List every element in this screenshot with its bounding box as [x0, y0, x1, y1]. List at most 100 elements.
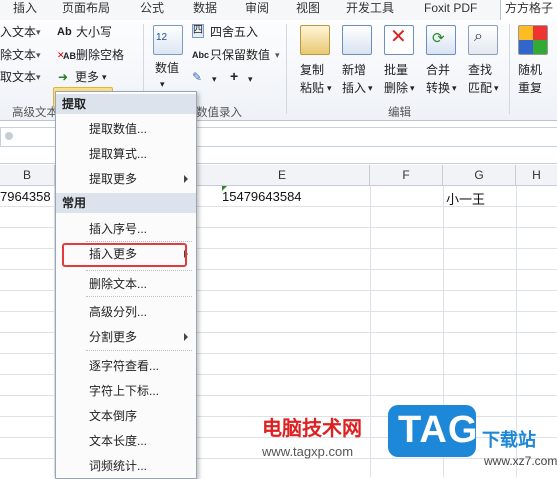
tab-page-layout[interactable]: 页面布局	[62, 0, 110, 20]
menu-item-superscript[interactable]: 字符上下标...	[89, 383, 159, 399]
tab-data[interactable]: 数据	[193, 0, 217, 20]
dropdown-arrow-icon[interactable]: ▾	[36, 69, 41, 85]
chevron-down-icon[interactable]: ▾	[410, 80, 415, 96]
chevron-down-icon: ▾	[102, 72, 107, 82]
case-icon: Ab	[57, 26, 72, 38]
delete-x-icon: ✕	[390, 26, 407, 48]
menu-item-char-view[interactable]: 逐字符查看...	[89, 358, 159, 374]
watermark-url: www.tagxp.com	[262, 444, 354, 459]
highlight-box	[62, 243, 187, 267]
number-button[interactable]: 数值	[155, 60, 179, 76]
chevron-down-icon[interactable]: ▾	[212, 71, 217, 87]
group-label-numeric: 数值录入	[196, 107, 242, 119]
tab-fangfang[interactable]: 方方格子	[500, 0, 557, 20]
delete-button[interactable]: 删除	[384, 80, 408, 96]
copy-button[interactable]: 复制	[300, 62, 324, 78]
menu-item-extract-number[interactable]: 提取数值...	[89, 121, 147, 137]
find-match-icon	[468, 25, 498, 55]
more-arrow-icon: ➜	[58, 70, 69, 84]
column-header-e[interactable]: E	[195, 165, 370, 185]
merge-button[interactable]: 合并	[426, 62, 450, 78]
chevron-down-icon[interactable]: ▾	[248, 71, 253, 87]
copy-paste-icon	[300, 25, 330, 55]
group-separator	[286, 24, 287, 114]
dropdown-arrow-icon[interactable]: ▾	[36, 47, 41, 63]
bulk-button[interactable]: 批量	[384, 62, 408, 78]
submenu-arrow-icon	[184, 333, 188, 341]
delete-space-button[interactable]: 删除空格	[76, 47, 124, 63]
magnifier-icon: ⌕	[474, 28, 483, 45]
tab-formulas[interactable]: 公式	[140, 0, 164, 20]
cell-g1[interactable]: 小一王	[446, 189, 485, 208]
dropdown-arrow-icon[interactable]: ▾	[36, 24, 41, 40]
chevron-down-icon[interactable]: ▾	[160, 76, 165, 92]
cell-e1[interactable]: 15479643584	[222, 189, 302, 204]
convert-button[interactable]: 转换	[426, 80, 450, 96]
menu-divider	[86, 296, 192, 297]
new-button[interactable]: 新增	[342, 62, 366, 78]
column-header-g[interactable]: G	[443, 165, 516, 185]
tab-foxit-pdf[interactable]: Foxit PDF	[424, 0, 477, 20]
new-insert-icon	[342, 25, 372, 55]
insert-button[interactable]: 插入	[342, 80, 366, 96]
chevron-down-icon[interactable]: ▾	[494, 80, 499, 96]
tab-insert[interactable]: 插入	[13, 0, 37, 20]
tab-developer[interactable]: 开发工具	[346, 0, 394, 20]
chevron-down-icon[interactable]: ▾	[327, 80, 332, 96]
menu-item-text-length[interactable]: 文本长度...	[89, 433, 147, 449]
keep-number-button[interactable]: 只保留数值	[210, 47, 270, 63]
more-dropdown-menu: 提取 提取数值... 提取算式... 提取更多 常用 插入序号... 插入更多 …	[55, 91, 197, 479]
submenu-arrow-icon	[184, 175, 188, 183]
round-button[interactable]: 四舍五入	[210, 24, 258, 40]
edit-icon[interactable]: ✎	[192, 69, 202, 85]
menu-divider	[86, 270, 192, 271]
menu-divider	[86, 350, 192, 351]
menu-divider	[86, 241, 192, 242]
menu-item-word-frequency[interactable]: 词频统计...	[89, 458, 147, 474]
download-site-label: 下载站	[482, 430, 536, 450]
repeat-button[interactable]: 重复	[518, 80, 542, 96]
random-button[interactable]: 随机	[518, 62, 542, 78]
delete-text-button[interactable]: 除文本	[0, 47, 36, 63]
paste-button[interactable]: 粘贴	[300, 80, 324, 96]
menu-item-extract-more[interactable]: 提取更多	[89, 171, 137, 187]
insert-text-button[interactable]: 入文本	[0, 24, 36, 40]
round-icon: 四	[192, 24, 204, 38]
menu-item-advanced-split[interactable]: 高级分列...	[89, 304, 147, 320]
menu-item-reverse-text[interactable]: 文本倒序	[89, 408, 137, 424]
menu-item-delete-text[interactable]: 删除文本...	[89, 276, 147, 292]
menu-item-insert-serial[interactable]: 插入序号...	[89, 221, 147, 237]
watermark-title: 电脑技术网	[262, 418, 362, 440]
cell-b1[interactable]: 7964358	[0, 189, 51, 204]
dropdown-arrow-icon[interactable]: ▾	[275, 47, 280, 63]
formula-input[interactable]	[195, 127, 557, 147]
menu-item-split-more[interactable]: 分割更多	[89, 329, 137, 345]
menu-item-extract-formula[interactable]: 提取算式...	[89, 146, 147, 162]
match-button[interactable]: 匹配	[468, 80, 492, 96]
column-header-f[interactable]: F	[370, 165, 443, 185]
group-separator	[509, 24, 510, 114]
tag-logo-text: TAG	[398, 409, 479, 451]
tab-view[interactable]: 视图	[296, 0, 320, 20]
column-header-h[interactable]: H	[516, 165, 557, 185]
chevron-down-icon[interactable]: ▾	[452, 80, 457, 96]
extract-text-button[interactable]: 取文本	[0, 69, 36, 85]
menu-header-extract: 提取	[56, 94, 196, 114]
tab-review[interactable]: 审阅	[245, 0, 269, 20]
group-label-high-text: 高级文本	[12, 107, 58, 119]
circle-icon	[5, 132, 13, 140]
plus-icon[interactable]: +	[230, 68, 238, 84]
chevron-down-icon[interactable]: ▾	[368, 80, 373, 96]
menu-header-common: 常用	[56, 193, 196, 213]
case-button[interactable]: 大小写	[76, 24, 112, 40]
more-button-label: 更多	[75, 70, 100, 84]
download-site-url: www.xz7.com	[484, 454, 557, 468]
refresh-icon: ⟳	[432, 30, 445, 47]
number-icon-text: 12	[156, 32, 168, 43]
group-label-edit: 编辑	[388, 107, 411, 119]
ribbon-tab-bar: 插入 页面布局 公式 数据 审阅 视图 开发工具 Foxit PDF 方方格子	[0, 0, 557, 21]
delete-space-icon-text: AB	[63, 51, 76, 61]
find-button[interactable]: 查找	[468, 62, 492, 78]
column-header-b[interactable]: B	[0, 165, 55, 185]
keep-number-icon: Abc	[192, 50, 210, 60]
